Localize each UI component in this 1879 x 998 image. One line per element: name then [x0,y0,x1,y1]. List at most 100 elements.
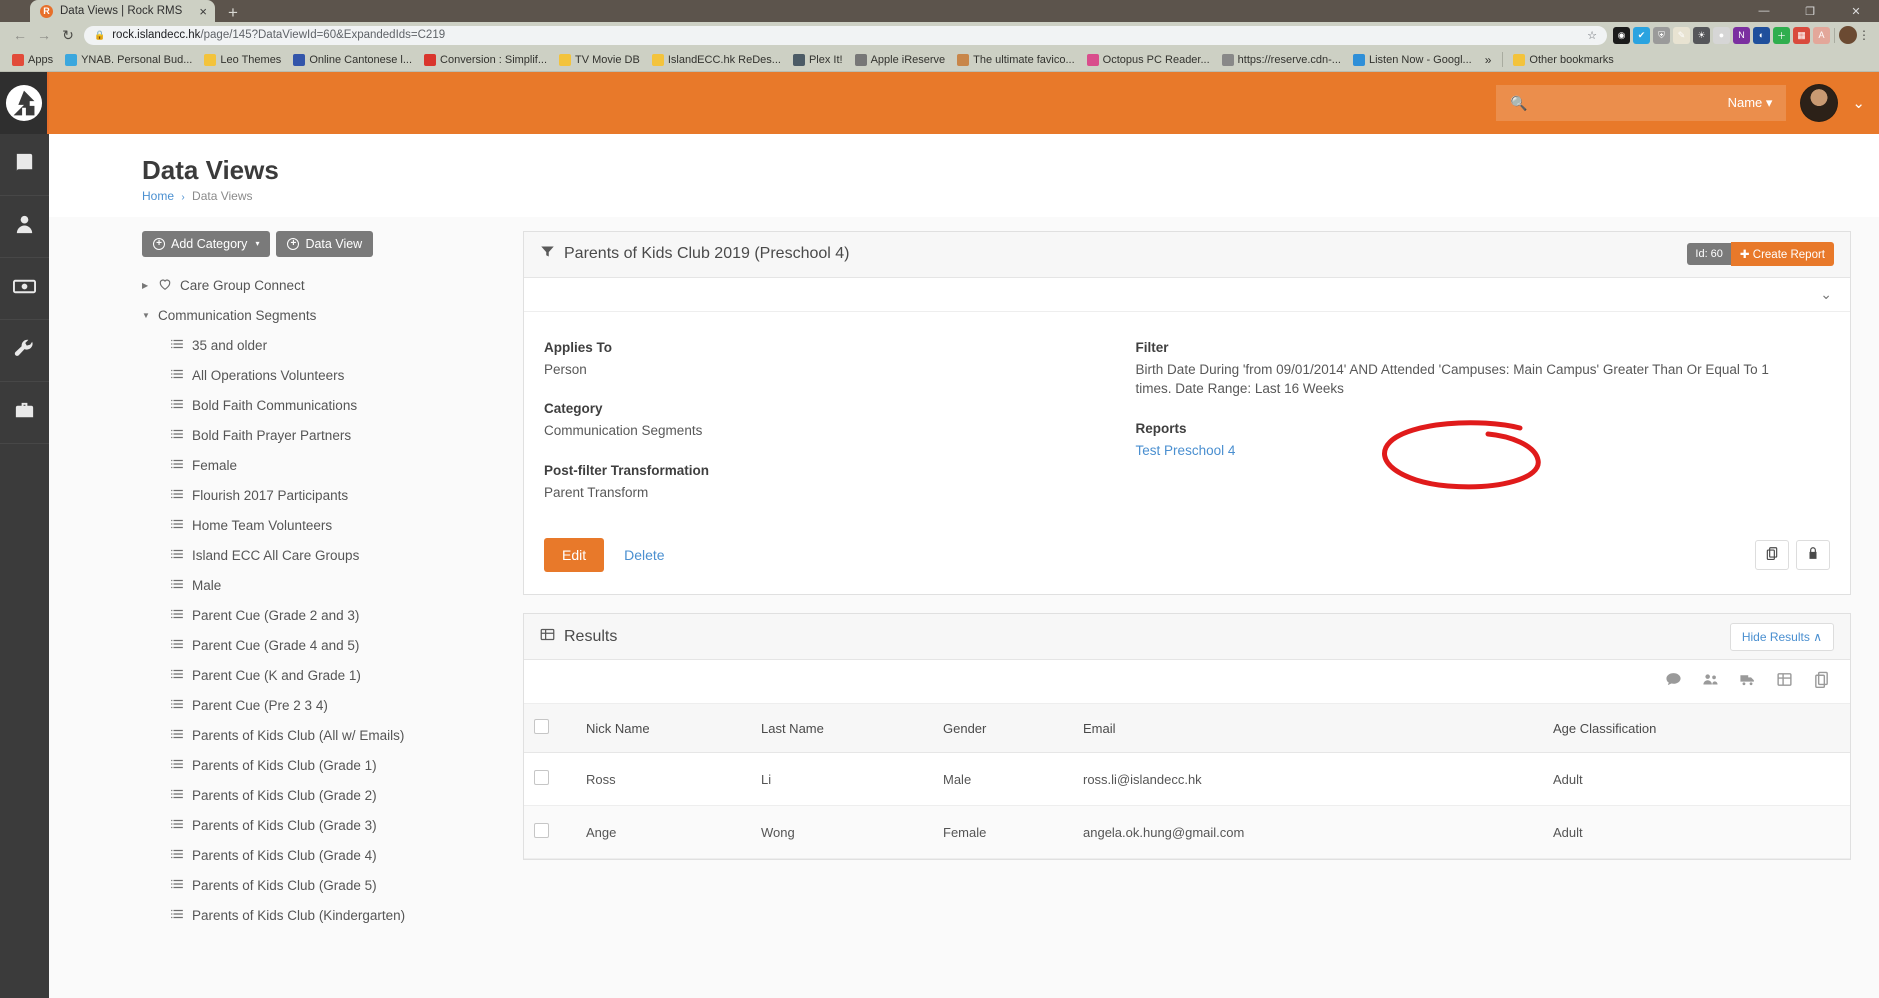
close-icon[interactable]: × [199,5,207,18]
sidebar-item-cms[interactable] [0,134,49,196]
table-row[interactable]: Ross Li Male ross.li@islandecc.hk Adult [524,752,1850,807]
profile-avatar-icon[interactable] [1839,26,1857,44]
create-report-button[interactable]: ✚ Create Report [1730,242,1834,267]
sidebar-item-toolbox[interactable] [0,382,49,444]
tree-node[interactable]: 35 and older [142,331,497,361]
search-scope-dropdown[interactable]: Name ▾ [1728,95,1773,111]
sidebar-item-people[interactable] [0,196,49,258]
tree-node[interactable]: Bold Faith Communications [142,391,497,421]
onenote-extension[interactable]: N [1733,26,1750,44]
tree-node[interactable]: Parent Cue (Grade 2 and 3) [142,601,497,631]
table-row[interactable]: Ange Wong Female angela.ok.hung@gmail.com Ad… [524,805,1850,860]
tree-node[interactable]: Parents of Kids Club (Grade 1) [142,751,497,781]
checkmark-extension[interactable]: ✔ [1633,26,1650,44]
merge-truck-icon[interactable] [1739,671,1756,693]
search-input[interactable] [1527,95,1728,111]
column-header[interactable]: Email [1073,704,1543,754]
detail-collapse-row[interactable]: ⌄ [524,278,1850,312]
balloon-extension[interactable]: ● [1713,26,1730,44]
window-close-icon[interactable]: ✕ [1833,0,1879,22]
bookmark-item[interactable]: Plex It! [788,50,848,70]
tree-node[interactable]: Parents of Kids Club (Grade 2) [142,781,497,811]
delete-button[interactable]: Delete [624,547,664,563]
tree-node[interactable]: Parent Cue (Grade 4 and 5) [142,631,497,661]
column-header[interactable]: Gender [933,704,1073,754]
global-search[interactable]: 🔍 Name ▾ [1496,85,1787,121]
maximize-icon[interactable]: ❐ [1787,0,1833,22]
bookmark-item[interactable]: The ultimate favico... [952,50,1080,70]
chrome-extension-circle[interactable]: ◉ [1613,26,1630,44]
sidebar-item-admin-tools[interactable] [0,320,49,382]
tree-node[interactable]: Parent Cue (Pre 2 3 4) [142,691,497,721]
bookmark-star-icon[interactable]: ☆ [1587,29,1597,42]
shield-extension[interactable]: ⛨ [1653,26,1670,44]
tree-node[interactable]: Island ECC All Care Groups [142,541,497,571]
chevron-down-icon[interactable]: ⌄ [1820,286,1832,303]
bookmark-item[interactable]: Online Cantonese l... [288,50,417,70]
add-data-view-button[interactable]: + Data View [276,230,374,257]
bookmarks-overflow-button[interactable]: » [1479,53,1498,67]
report-link[interactable]: Test Preschool 4 [1136,443,1236,458]
chevron-down-icon[interactable]: ▼ [142,311,158,320]
browser-tab[interactable]: R Data Views | Rock RMS × [30,0,215,22]
forward-icon[interactable]: → [32,24,56,46]
paint-extension[interactable]: ✎ [1673,26,1690,44]
tree-node[interactable]: Female [142,451,497,481]
excel-export-icon[interactable] [1776,671,1793,693]
tree-node[interactable]: Parents of Kids Club (Kindergarten) [142,901,497,931]
hide-results-button[interactable]: Hide Results ∧ [1729,622,1834,651]
tree-node[interactable]: Home Team Volunteers [142,511,497,541]
chrome-menu-icon[interactable]: ⋮ [1857,28,1871,42]
tree-node[interactable]: ▼ Communication Segments [142,301,497,331]
group-icon[interactable] [1702,671,1719,693]
column-header[interactable]: Nick Name [576,704,751,754]
security-button[interactable] [1796,540,1830,571]
chevron-down-icon[interactable]: ⌄ [1852,94,1865,112]
tree-node[interactable]: Parents of Kids Club (Grade 3) [142,811,497,841]
breadcrumb-home[interactable]: Home [142,189,174,203]
tree-node[interactable]: Flourish 2017 Participants [142,481,497,511]
bookmark-item[interactable]: Apple iReserve [850,50,951,70]
tree-node[interactable]: Parent Cue (K and Grade 1) [142,661,497,691]
tree-node[interactable]: Parents of Kids Club (Grade 4) [142,841,497,871]
copy-icon[interactable] [1813,671,1830,693]
column-header[interactable]: Last Name [751,704,933,754]
tree-node[interactable]: Bold Faith Prayer Partners [142,421,497,451]
tree-node[interactable]: Parents of Kids Club (Grade 5) [142,871,497,901]
communicate-icon[interactable] [1665,671,1682,693]
bulb-extension[interactable]: ☀ [1693,26,1710,44]
rock-rms-logo[interactable] [0,72,49,134]
row-checkbox[interactable] [534,823,549,839]
reload-icon[interactable]: ↻ [56,24,80,46]
acrobat-extension[interactable]: A [1813,26,1830,44]
row-checkbox[interactable] [534,770,549,786]
select-all-checkbox[interactable] [534,719,549,735]
bookmark-item[interactable]: TV Movie DB [554,50,645,70]
tree-node[interactable]: All Operations Volunteers [142,361,497,391]
copy-button[interactable] [1755,540,1789,571]
tree-node[interactable]: Male [142,571,497,601]
chevron-right-icon[interactable]: ▶ [142,281,158,290]
colorpicker-extension[interactable]: ▦ [1793,26,1810,44]
bookmark-item[interactable]: Conversion : Simplif... [419,50,552,70]
bookmark-item[interactable]: Apps [7,50,58,70]
lastpass-extension[interactable]: ◐ [1753,26,1770,44]
tree-node[interactable]: ▶ Care Group Connect [142,271,497,301]
other-bookmarks-item[interactable]: Other bookmarks [1508,50,1618,70]
address-bar[interactable]: 🔒 rock.islandecc.hk/page/145?DataViewId=… [84,25,1607,45]
bookmark-item[interactable]: https://reserve.cdn-... [1217,50,1346,70]
new-tab-button[interactable]: + [219,2,247,22]
edit-button[interactable]: Edit [544,538,605,573]
column-header[interactable]: Age Classification [1543,704,1850,754]
bookmark-item[interactable]: Listen Now - Googl... [1348,50,1477,70]
avatar[interactable] [1800,84,1839,122]
sidebar-item-finance[interactable] [0,258,49,320]
back-icon[interactable]: ← [8,24,32,46]
minimize-icon[interactable]: — [1741,0,1787,22]
bookmark-item[interactable]: Octopus PC Reader... [1082,50,1215,70]
add-extension[interactable]: ＋ [1773,26,1790,44]
bookmark-item[interactable]: IslandECC.hk ReDes... [647,50,786,70]
tree-node[interactable]: Parents of Kids Club (All w/ Emails) [142,721,497,751]
bookmark-item[interactable]: Leo Themes [199,50,286,70]
bookmark-item[interactable]: YNAB. Personal Bud... [60,50,197,70]
